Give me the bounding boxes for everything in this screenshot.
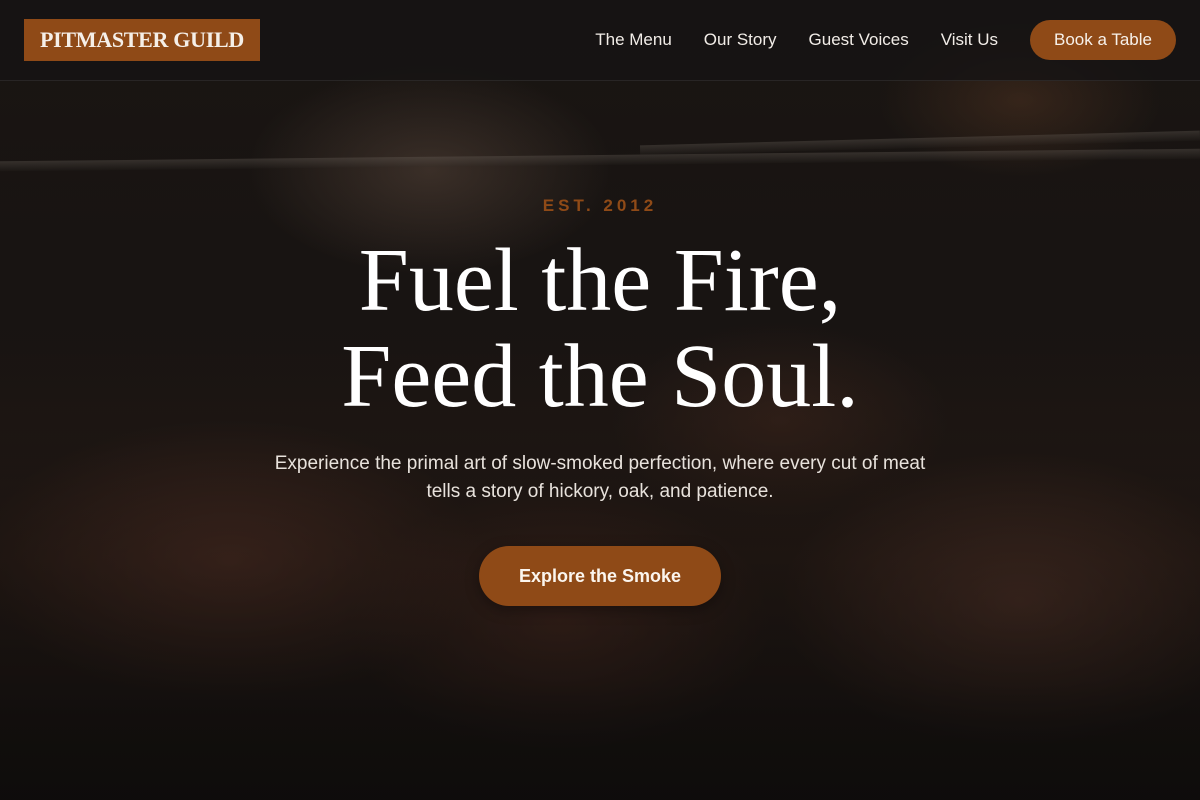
hero-headline: Fuel the Fire, Feed the Soul. (0, 233, 1200, 425)
nav-link-guest-voices[interactable]: Guest Voices (809, 30, 909, 50)
hero-headline-line1: Fuel the Fire, (358, 231, 842, 330)
hero-subtext: Experience the primal art of slow-smoked… (274, 453, 926, 502)
nav-link-our-story[interactable]: Our Story (704, 30, 777, 50)
book-table-button[interactable]: Book a Table (1030, 20, 1176, 60)
hero-eyebrow: EST. 2012 (542, 196, 658, 215)
hero-headline-line2: Feed the Soul. (341, 327, 859, 426)
brand-logo[interactable]: PITMASTER GUILD (24, 19, 260, 61)
navbar: PITMASTER GUILD The Menu Our Story Guest… (0, 0, 1200, 81)
nav-links: The Menu Our Story Guest Voices Visit Us… (595, 20, 1176, 60)
nav-link-menu[interactable]: The Menu (595, 30, 672, 50)
explore-smoke-button[interactable]: Explore the Smoke (479, 546, 721, 606)
nav-link-visit-us[interactable]: Visit Us (941, 30, 998, 50)
